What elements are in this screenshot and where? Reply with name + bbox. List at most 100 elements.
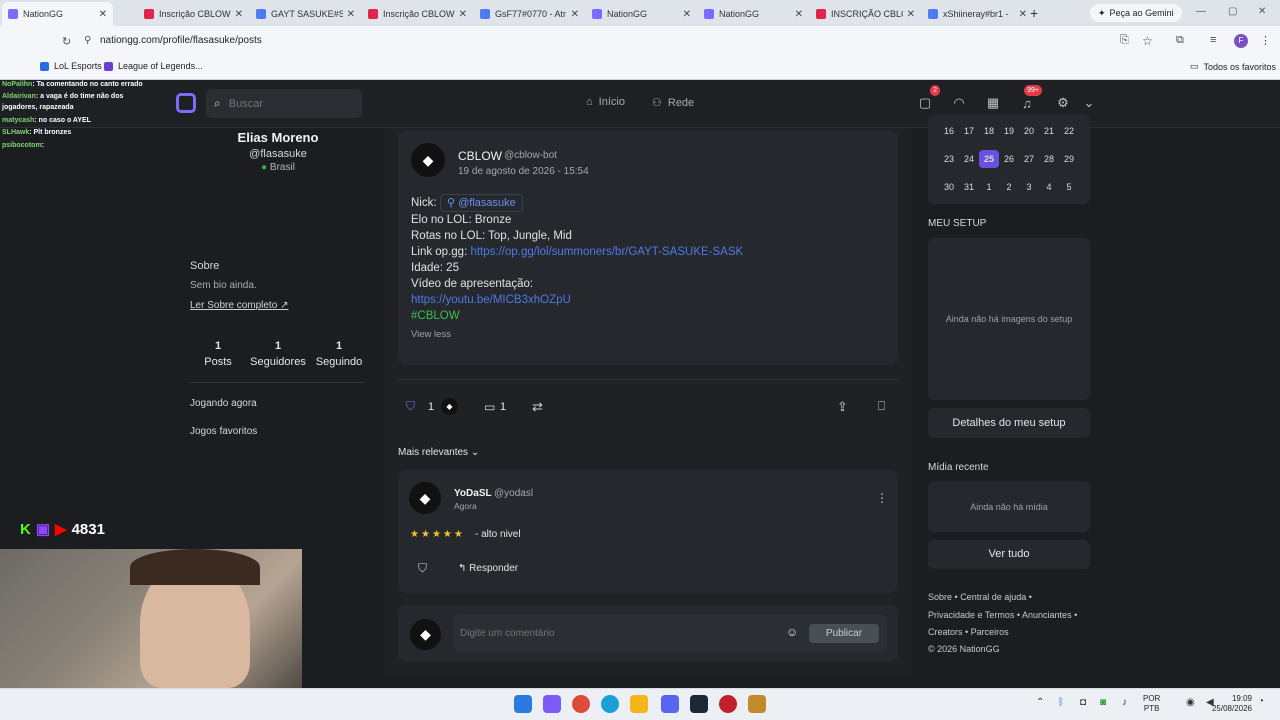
install-app-icon[interactable]: ⎘ — [1120, 34, 1129, 47]
video-link[interactable]: https://youtu.be/MICB3xhOZpU — [411, 292, 571, 308]
close-tab-icon[interactable]: ✕ — [907, 9, 915, 20]
calendar-day[interactable]: 26 — [999, 150, 1019, 168]
gemini-button[interactable]: ✦ Peça ao Gemini — [1090, 4, 1182, 22]
post-author-handle[interactable]: @cblow-bot — [504, 150, 557, 161]
discord-icon[interactable] — [661, 695, 679, 713]
calendar-day-today[interactable]: 25 — [979, 150, 999, 168]
bookmark-league-of-legends[interactable]: League of Legends... — [104, 61, 203, 71]
start-icon[interactable] — [514, 695, 532, 713]
like-gg-button[interactable]: ⛉ — [406, 399, 415, 414]
footer-privacy[interactable]: Privacidade e Termos — [928, 610, 1014, 620]
speed-button[interactable]: ◠ — [946, 91, 972, 115]
reload-icon[interactable]: ↻ — [62, 35, 71, 48]
favorite-games-section[interactable]: Jogos favoritos — [190, 426, 257, 437]
minimize-button[interactable]: — — [1196, 6, 1206, 17]
close-window-button[interactable]: ✕ — [1258, 6, 1266, 17]
footer-about[interactable]: Sobre — [928, 592, 952, 602]
close-tab-icon[interactable]: ✕ — [683, 9, 691, 20]
browser-tab[interactable]: xShiineray#br1 - ✕ — [922, 2, 1033, 26]
calendar-day[interactable]: 27 — [1019, 150, 1039, 168]
calendar-day[interactable]: 24 — [959, 150, 979, 168]
close-tab-icon[interactable]: ✕ — [571, 9, 579, 20]
post-author-name[interactable]: CBLOW — [458, 149, 502, 163]
calendar-day[interactable]: 4 — [1039, 178, 1059, 196]
calendar-day[interactable]: 1 — [979, 178, 999, 196]
messages-button[interactable]: ▢ 2 — [912, 85, 940, 115]
nav-home[interactable]: ⌂ Início — [586, 96, 625, 108]
calendar-day[interactable]: 3 — [1019, 178, 1039, 196]
close-tab-icon[interactable]: ✕ — [1019, 9, 1027, 20]
calendar-day[interactable]: 22 — [1059, 122, 1079, 140]
calendar-day[interactable]: 5 — [1059, 178, 1079, 196]
chrome-icon[interactable] — [572, 695, 590, 713]
calendar-day[interactable]: 23 — [939, 150, 959, 168]
calendar-day[interactable]: 29 — [1059, 150, 1079, 168]
nav-network[interactable]: ⚇ Rede — [652, 96, 694, 110]
language-indicator[interactable]: POR PTB — [1143, 694, 1160, 714]
new-tab-button[interactable]: + — [1030, 5, 1038, 21]
clock[interactable]: 19:09 25/08/2026 — [1208, 694, 1252, 714]
browser-tab[interactable]: NationGG ✕ — [586, 2, 697, 26]
obs-icon[interactable] — [719, 695, 737, 713]
browser-tab[interactable]: GsF77#0770 - Atr ✕ — [474, 2, 585, 26]
file-explorer-icon[interactable] — [630, 695, 648, 713]
bookmark-lol-esports[interactable]: LoL Esports — [40, 61, 102, 71]
repost-icon[interactable]: ⇄ — [532, 399, 543, 415]
browser-tab[interactable]: Inscrição CBLOW ✕ — [362, 2, 473, 26]
maximize-button[interactable]: ▢ — [1228, 6, 1237, 17]
notifications-button[interactable]: ♫ 99+ — [1014, 85, 1042, 115]
calendar-day[interactable]: 19 — [999, 122, 1019, 140]
footer-help[interactable]: Central de ajuda — [960, 592, 1026, 602]
hashtag-link[interactable]: #CBLOW — [411, 308, 460, 324]
footer-advertisers[interactable]: Anunciantes — [1022, 610, 1072, 620]
browser-menu-icon[interactable]: ⋮ — [1260, 34, 1271, 47]
read-about-link[interactable]: Ler Sobre completo ↗ — [190, 300, 288, 311]
wifi-icon[interactable]: ◉ — [1186, 697, 1195, 708]
share-icon[interactable]: ⇪ — [837, 399, 848, 415]
publish-button[interactable]: Publicar — [809, 624, 879, 643]
view-less-button[interactable]: View less — [411, 329, 451, 340]
league-client-icon[interactable] — [748, 695, 766, 713]
nvidia-icon[interactable]: ◙ — [1100, 697, 1106, 708]
site-info-icon[interactable]: ⚲ — [84, 35, 91, 46]
nationgg-logo[interactable] — [176, 93, 196, 113]
calendar-day[interactable]: 31 — [959, 178, 979, 196]
browser-tab[interactable]: NationGG ✕ — [2, 2, 113, 26]
search-input[interactable] — [228, 97, 339, 110]
comment-more-icon[interactable]: ⋮ — [876, 491, 888, 505]
calendar-day[interactable]: 2 — [999, 178, 1019, 196]
calendar-day[interactable]: 17 — [959, 122, 979, 140]
calendar-day[interactable]: 16 — [939, 122, 959, 140]
bookmark-icon[interactable]: ⎕ — [878, 399, 885, 414]
post-author-avatar[interactable]: ◆ — [411, 143, 445, 177]
notification-center-icon[interactable]: ◔ — [1258, 696, 1264, 707]
footer-partners[interactable]: Parceiros — [971, 627, 1009, 637]
stat-posts[interactable]: 1 Posts — [188, 340, 248, 368]
setup-details-button[interactable]: Detalhes do meu setup — [928, 408, 1090, 438]
search-box[interactable]: ⌕ — [206, 89, 362, 118]
sort-dropdown[interactable]: Mais relevantes ⌄ — [398, 447, 479, 458]
close-tab-icon[interactable]: ✕ — [459, 9, 467, 20]
settings-button[interactable]: ⚙ — [1050, 91, 1076, 115]
calendar-day[interactable]: 18 — [979, 122, 999, 140]
see-all-button[interactable]: Ver tudo — [928, 540, 1090, 569]
stat-followers[interactable]: 1 Seguidores — [248, 340, 308, 368]
browser-tab[interactable]: Inscrição CBLOW ✕ — [138, 2, 249, 26]
comment-input[interactable] — [460, 624, 770, 642]
account-menu-button[interactable]: ⌄ — [1076, 91, 1102, 115]
browser-tab[interactable]: GAYT SASUKE#SA ✕ — [250, 2, 361, 26]
mention-chip[interactable]: ⚲ @flasasuke — [440, 194, 523, 212]
bluetooth-icon[interactable]: ᛒ — [1058, 697, 1064, 708]
emoji-icon[interactable]: ☺ — [786, 625, 798, 639]
calendar-button[interactable]: ▦ — [980, 91, 1006, 115]
calendar-day[interactable]: 20 — [1019, 122, 1039, 140]
steam-icon[interactable] — [690, 695, 708, 713]
comment-author-name[interactable]: YoDaSL — [454, 488, 492, 499]
close-tab-icon[interactable]: ✕ — [235, 9, 243, 20]
tray-chevron-icon[interactable]: ⌃ — [1036, 697, 1044, 708]
profile-avatar[interactable]: F — [1234, 34, 1248, 48]
reply-button[interactable]: ↰ Responder — [458, 563, 518, 574]
tray-app-icon[interactable]: ◘ — [1080, 697, 1086, 708]
close-tab-icon[interactable]: ✕ — [347, 9, 355, 20]
extensions-icon[interactable]: ⧉ — [1176, 34, 1184, 47]
